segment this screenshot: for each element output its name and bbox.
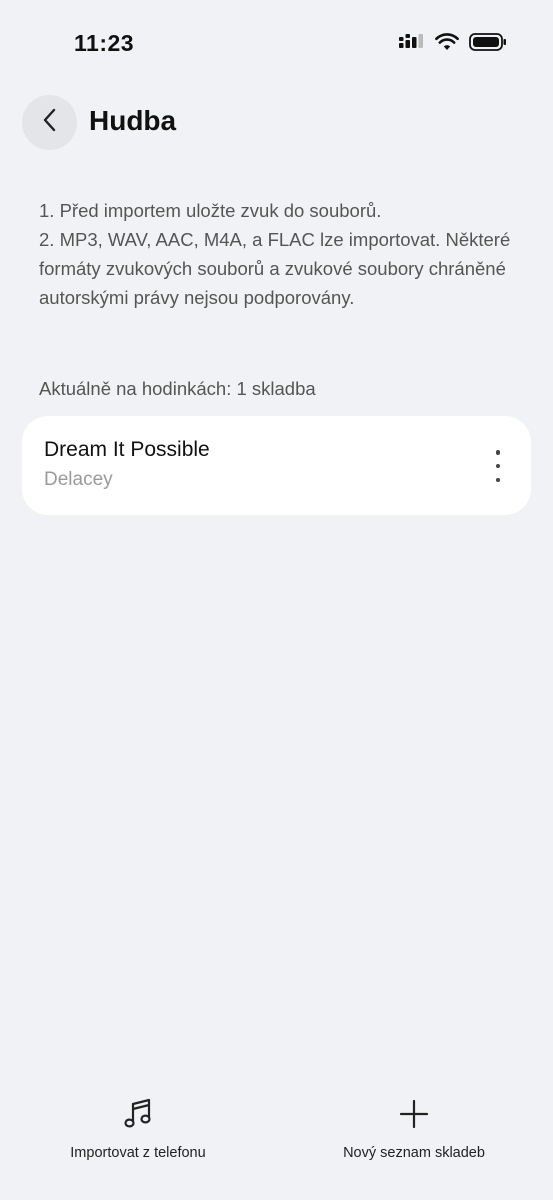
battery-icon <box>469 33 507 56</box>
more-dot <box>495 463 501 469</box>
status-bar: 11:23 <box>0 0 553 90</box>
more-dot <box>495 477 501 482</box>
status-icons <box>399 33 507 56</box>
track-title: Dream It Possible <box>44 438 210 461</box>
wifi-icon <box>435 33 459 56</box>
plus-icon <box>398 1098 430 1135</box>
more-dot <box>495 450 501 455</box>
page-title: Hudba <box>89 105 177 136</box>
new-playlist-button[interactable]: Nový seznam skladeb <box>334 1098 494 1161</box>
signal-icon <box>399 34 425 55</box>
track-count-label: Aktuálně na hodinkách: 1 skladba <box>39 378 316 399</box>
instruction-line: 1. Před importem uložte zvuk do souborů. <box>39 200 382 221</box>
music-note-icon <box>123 1098 153 1135</box>
instruction-line: 2. MP3, WAV, AAC, M4A, a FLAC lze import… <box>39 229 511 308</box>
header: Hudba <box>0 95 553 153</box>
new-playlist-label: Nový seznam skladeb <box>343 1145 485 1161</box>
back-button[interactable] <box>22 95 77 150</box>
track-list-item[interactable]: Dream It Possible Delacey <box>22 416 531 515</box>
import-from-phone-label: Importovat z telefonu <box>70 1145 206 1161</box>
more-options-button[interactable] <box>491 450 505 482</box>
chevron-left-icon <box>40 107 60 138</box>
import-instructions: 1. Před importem uložte zvuk do souborů.… <box>39 196 519 312</box>
status-time: 11:23 <box>74 30 135 56</box>
track-artist: Delacey <box>44 469 113 490</box>
import-from-phone-button[interactable]: Importovat z telefonu <box>58 1098 218 1161</box>
